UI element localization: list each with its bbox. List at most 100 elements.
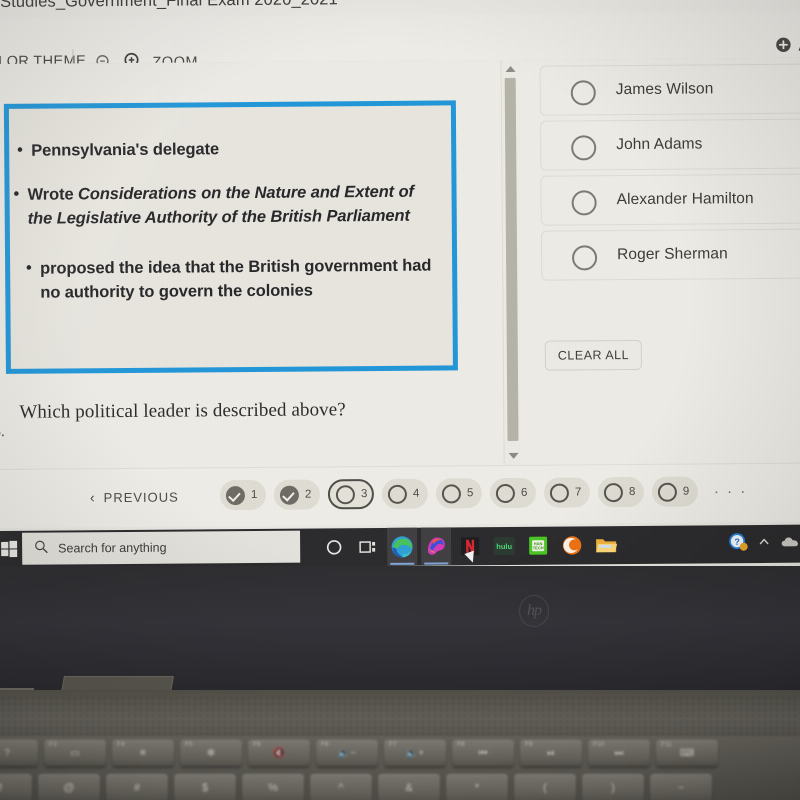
key-num-7[interactable]: * [446,774,508,800]
key-f3[interactable]: F3 ▭ [44,740,106,766]
scroll-up-arrow-icon[interactable] [505,65,516,72]
previous-button[interactable]: ‹ PREVIOUS [90,489,179,506]
key-num-9[interactable]: ) [582,774,644,800]
pager-item-4[interactable]: 4 [381,478,429,509]
empty-circle-icon [603,482,623,502]
key-glyph: $ [201,782,209,794]
key-f2[interactable]: F2? [0,740,38,766]
speaker-grille [0,695,800,737]
plus-circle-icon[interactable] [775,37,791,53]
answer-option-label: Alexander Hamilton [616,190,754,209]
pager-number: 8 [628,485,636,499]
key-fn-label: F5 [185,741,193,748]
laptop-bezel [0,566,800,693]
pager-item-8[interactable]: 8 [597,476,645,508]
content-scrollbar[interactable] [500,59,523,466]
radio-button-icon[interactable] [570,80,596,106]
chevron-up-icon[interactable] [757,534,771,553]
radio-button-icon[interactable] [571,190,597,216]
key-f10[interactable]: F10 ⏭ [588,740,650,766]
crunchyroll-icon[interactable] [557,526,587,564]
exam-content-area: • Pennsylvania's delegate • Wrote Consider… [0,57,800,469]
answer-option-3[interactable]: Roger Sherman [540,228,800,281]
check-circle-icon [279,485,300,505]
microsoft-edge-icon[interactable] [386,527,418,566]
key-num-5[interactable]: ^ [310,774,372,800]
help-question-icon[interactable]: ? [728,532,748,557]
clear-all-button[interactable]: CLEAR ALL [544,339,643,371]
onedrive-cloud-icon[interactable] [780,534,800,553]
hulu-icon[interactable]: hulu [489,527,519,565]
key-num-3[interactable]: $ [174,774,236,800]
key-num-2[interactable]: # [106,774,168,800]
key-glyph: * [474,782,480,794]
scrollbar-thumb[interactable] [504,77,519,441]
key-f9[interactable]: F9 ⏯ [520,740,582,766]
key-f5[interactable]: F5 ✻ [180,740,242,766]
key-f6[interactable]: F6 🔇 [248,740,310,766]
bullet-glyph: • [17,141,23,159]
search-placeholder: Search for anything [58,540,167,556]
taskbar-search-box[interactable]: Search for anything [22,530,301,565]
taskbar-system-tray: ? [728,525,800,564]
answer-option-label: James Wilson [615,80,714,99]
search-icon [34,539,48,558]
cortana-icon[interactable] [319,528,349,566]
key-glyph: ⏭ [614,747,624,759]
paint-3d-icon[interactable] [420,527,452,566]
radio-button-icon[interactable] [571,135,597,161]
key-num-8[interactable]: ( [514,774,576,800]
bullet-glyph: • [26,259,32,277]
answer-option-2[interactable]: Alexander Hamilton [540,173,800,226]
key-glyph: ! [0,782,3,794]
pager-item-9[interactable]: 9 [651,476,699,507]
scroll-down-arrow-icon[interactable] [508,452,519,459]
answer-option-0[interactable]: James Wilson [539,63,800,116]
key-glyph: & [405,782,413,794]
key-glyph: ^ [338,782,344,794]
previous-label: PREVIOUS [103,489,179,506]
keyboard-function-row: F2? F3 ▭ F4 ✳ F5 ✻ F6 🔇 F6 🔈− F7 🔈+ F8 ⏮ F9 ⏯ F10 ⏭ F11 ⌨ [0,740,776,768]
green-app-icon[interactable]: HAN TECH [523,527,553,565]
key-num-4[interactable]: % [242,774,304,800]
pager-number: 5 [466,487,474,500]
windows-taskbar: Search for anything hulu HAN TECH ? [0,524,800,569]
key-fn-label: F3 [49,741,57,748]
windows-start-icon[interactable] [0,538,20,560]
key-f7[interactable]: F7 🔈+ [384,740,446,766]
key-fn-label: F4 [117,741,125,748]
answer-option-1[interactable]: John Adams [539,118,800,171]
pager-item-2[interactable]: 2 [273,479,321,510]
empty-circle-icon [495,483,515,503]
pager-item-7[interactable]: 7 [543,477,591,508]
key-f4[interactable]: F4 ✳ [112,740,174,766]
file-explorer-icon[interactable] [591,526,621,564]
key-f8[interactable]: F8 ⏮ [452,740,514,766]
radio-button-icon[interactable] [571,245,598,271]
key-glyph: ) [611,782,615,794]
empty-circle-icon [335,484,355,504]
pager-item-1[interactable]: 1 [219,479,267,511]
pager-number: 2 [304,488,312,501]
stimulus-bullet-1: • Pennsylvania's delegate [17,135,451,162]
key-num-0[interactable]: ! [0,774,32,800]
hp-logo: hp [519,595,549,627]
task-view-icon[interactable] [353,528,383,566]
key-f11[interactable]: F11 ⌨ [656,740,718,766]
key-glyph: ( [543,782,547,794]
key-fn-label: F7 [389,741,397,748]
key-num-1[interactable]: @ [38,774,100,800]
pager-item-5[interactable]: 5 [435,478,483,509]
pager-number: 9 [682,485,690,498]
laptop-keyboard: F2? F3 ▭ F4 ✳ F5 ✻ F6 🔇 F6 🔈− F7 🔈+ F8 ⏮ F9 ⏯ F10 ⏭ F11 ⌨ ! @… [0,736,800,800]
exam-application-screen: Studies_Government_Final Exam 2020_2021 … [0,0,800,574]
key-f6[interactable]: F6 🔈− [316,740,378,766]
pager-number: 1 [250,488,258,501]
empty-circle-icon [387,484,407,504]
pager-item-6[interactable]: 6 [489,477,537,509]
key-num-10[interactable]: − [650,774,712,800]
key-num-6[interactable]: & [378,774,440,800]
pager-overflow[interactable]: · · · [714,483,747,500]
pager-item-3-current[interactable]: 3 [327,479,375,510]
pager-number: 6 [520,486,528,499]
